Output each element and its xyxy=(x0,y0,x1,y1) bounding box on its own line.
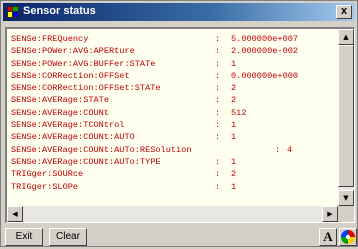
status-separator: : xyxy=(215,132,221,143)
status-command: SENSe:POWer:AVG:APERture xyxy=(11,46,135,57)
status-command: SENSe:AVERage:STATe xyxy=(11,95,109,106)
exit-button[interactable]: Exit xyxy=(5,228,43,246)
sensor-status-window: Sensor status x SENSe:FREQuency:5.000000… xyxy=(0,0,358,247)
status-value: 2.000000e-002 xyxy=(231,46,299,57)
status-line: SENSe:AVERage:COUNt:512 xyxy=(11,107,336,119)
scroll-left-button[interactable]: ◀ xyxy=(7,206,23,222)
status-command: SENSe:CORRection:OFFSet xyxy=(11,70,130,81)
title-bar[interactable]: Sensor status x xyxy=(3,3,355,21)
status-separator: : xyxy=(215,58,221,69)
status-line: SENSe:AVERage:COUNt:AUTo:RESolution:4 xyxy=(11,144,336,156)
color-button[interactable] xyxy=(339,228,357,246)
status-command: SENSe:AVERage:COUNt:AUTO xyxy=(11,132,135,143)
status-value: 2 xyxy=(231,95,237,106)
app-icon xyxy=(7,6,19,18)
scrollbar-corner xyxy=(338,206,354,222)
status-separator: : xyxy=(275,144,281,155)
status-line: TRIGger:SLOPe:1 xyxy=(11,181,336,193)
status-value: 5.000000e+007 xyxy=(231,34,299,44)
vertical-scrollbar[interactable]: ▲ ▼ xyxy=(338,29,354,206)
status-line: SENSe:CORRection:OFFSet:0.000000e+000 xyxy=(11,70,336,82)
status-separator: : xyxy=(215,46,221,57)
status-line: SENSe:AVERage:STATe:2 xyxy=(11,94,336,106)
status-command: SENSe:AVERage:COUNt xyxy=(11,107,109,118)
status-separator: : xyxy=(215,83,221,94)
status-command: SENSe:AVERage:TCONtrol xyxy=(11,120,125,131)
status-command: TRIGger:SOURce xyxy=(11,169,84,180)
font-button[interactable]: A xyxy=(319,228,337,246)
status-separator: : xyxy=(215,107,221,118)
status-text-area[interactable]: SENSe:FREQuency:5.000000e+007 SENSe:POWer… xyxy=(5,27,355,223)
status-value: 1 xyxy=(231,58,237,69)
scroll-up-button[interactable]: ▲ xyxy=(338,29,354,45)
status-line: SENSe:AVERage:TCONtrol:1 xyxy=(11,119,336,131)
status-separator: : xyxy=(215,120,221,131)
clear-button-label: Clear xyxy=(56,231,80,242)
status-command: SENSe:FREQuency xyxy=(11,34,89,44)
arrow-left-icon: ◀ xyxy=(12,210,18,218)
status-value: 2 xyxy=(231,169,237,180)
clear-button[interactable]: Clear xyxy=(49,228,87,246)
close-icon: x xyxy=(340,5,348,17)
status-value: 1 xyxy=(231,132,237,143)
close-button[interactable]: x xyxy=(336,5,352,19)
horizontal-scrollbar[interactable]: ◀ ▶ xyxy=(7,206,338,222)
status-command: SENSe:AVERage:COUNt:AUTo:RESolution xyxy=(11,144,192,155)
font-icon: A xyxy=(323,229,333,244)
status-value: 1 xyxy=(231,120,237,131)
status-command: SENSe:AVERage:COUNt:AUTo:TYPE xyxy=(11,156,161,167)
status-lines: SENSe:FREQuency:5.000000e+007 SENSe:POWer… xyxy=(11,33,336,206)
status-value: 1 xyxy=(231,156,237,167)
status-command: SENSe:CORRection:OFFSet:STATe xyxy=(11,83,161,94)
arrow-right-icon: ▶ xyxy=(327,210,333,218)
color-palette-icon xyxy=(341,230,355,244)
window-title: Sensor status xyxy=(23,5,96,17)
status-separator: : xyxy=(215,181,221,192)
status-line: SENSe:AVERage:COUNt:AUTO:1 xyxy=(11,131,336,143)
arrow-down-icon: ▼ xyxy=(343,194,349,202)
scroll-down-button[interactable]: ▼ xyxy=(338,190,354,206)
status-line: TRIGger:SOURce:2 xyxy=(11,168,336,180)
status-line: SENSe:CORRection:OFFSet:STATe:2 xyxy=(11,82,336,94)
status-line: SENSe:POWer:AVG:BUFFer:STATe:1 xyxy=(11,58,336,70)
status-line: SENSe:AVERage:COUNt:AUTo:TYPE:1 xyxy=(11,156,336,168)
status-separator: : xyxy=(215,156,221,167)
status-separator: : xyxy=(215,70,221,81)
scroll-right-button[interactable]: ▶ xyxy=(322,206,338,222)
status-separator: : xyxy=(215,95,221,106)
status-line: SENSe:FREQuency:5.000000e+007 xyxy=(11,33,336,45)
status-value: 2 xyxy=(231,83,237,94)
status-value: 0.000000e+000 xyxy=(231,70,299,81)
status-value: 512 xyxy=(231,107,247,118)
status-command: SENSe:POWer:AVG:BUFFer:STATe xyxy=(11,58,156,69)
exit-button-label: Exit xyxy=(15,231,33,242)
status-command: TRIGger:SLOPe xyxy=(11,181,79,192)
status-separator: : xyxy=(215,169,221,180)
vertical-scroll-thumb[interactable] xyxy=(338,45,354,187)
status-line: SENSe:POWer:AVG:APERture:2.000000e-002 xyxy=(11,45,336,57)
status-value: 4 xyxy=(287,144,293,155)
status-separator: : xyxy=(215,34,221,44)
arrow-up-icon: ▲ xyxy=(343,33,349,41)
status-value: 1 xyxy=(231,181,237,192)
